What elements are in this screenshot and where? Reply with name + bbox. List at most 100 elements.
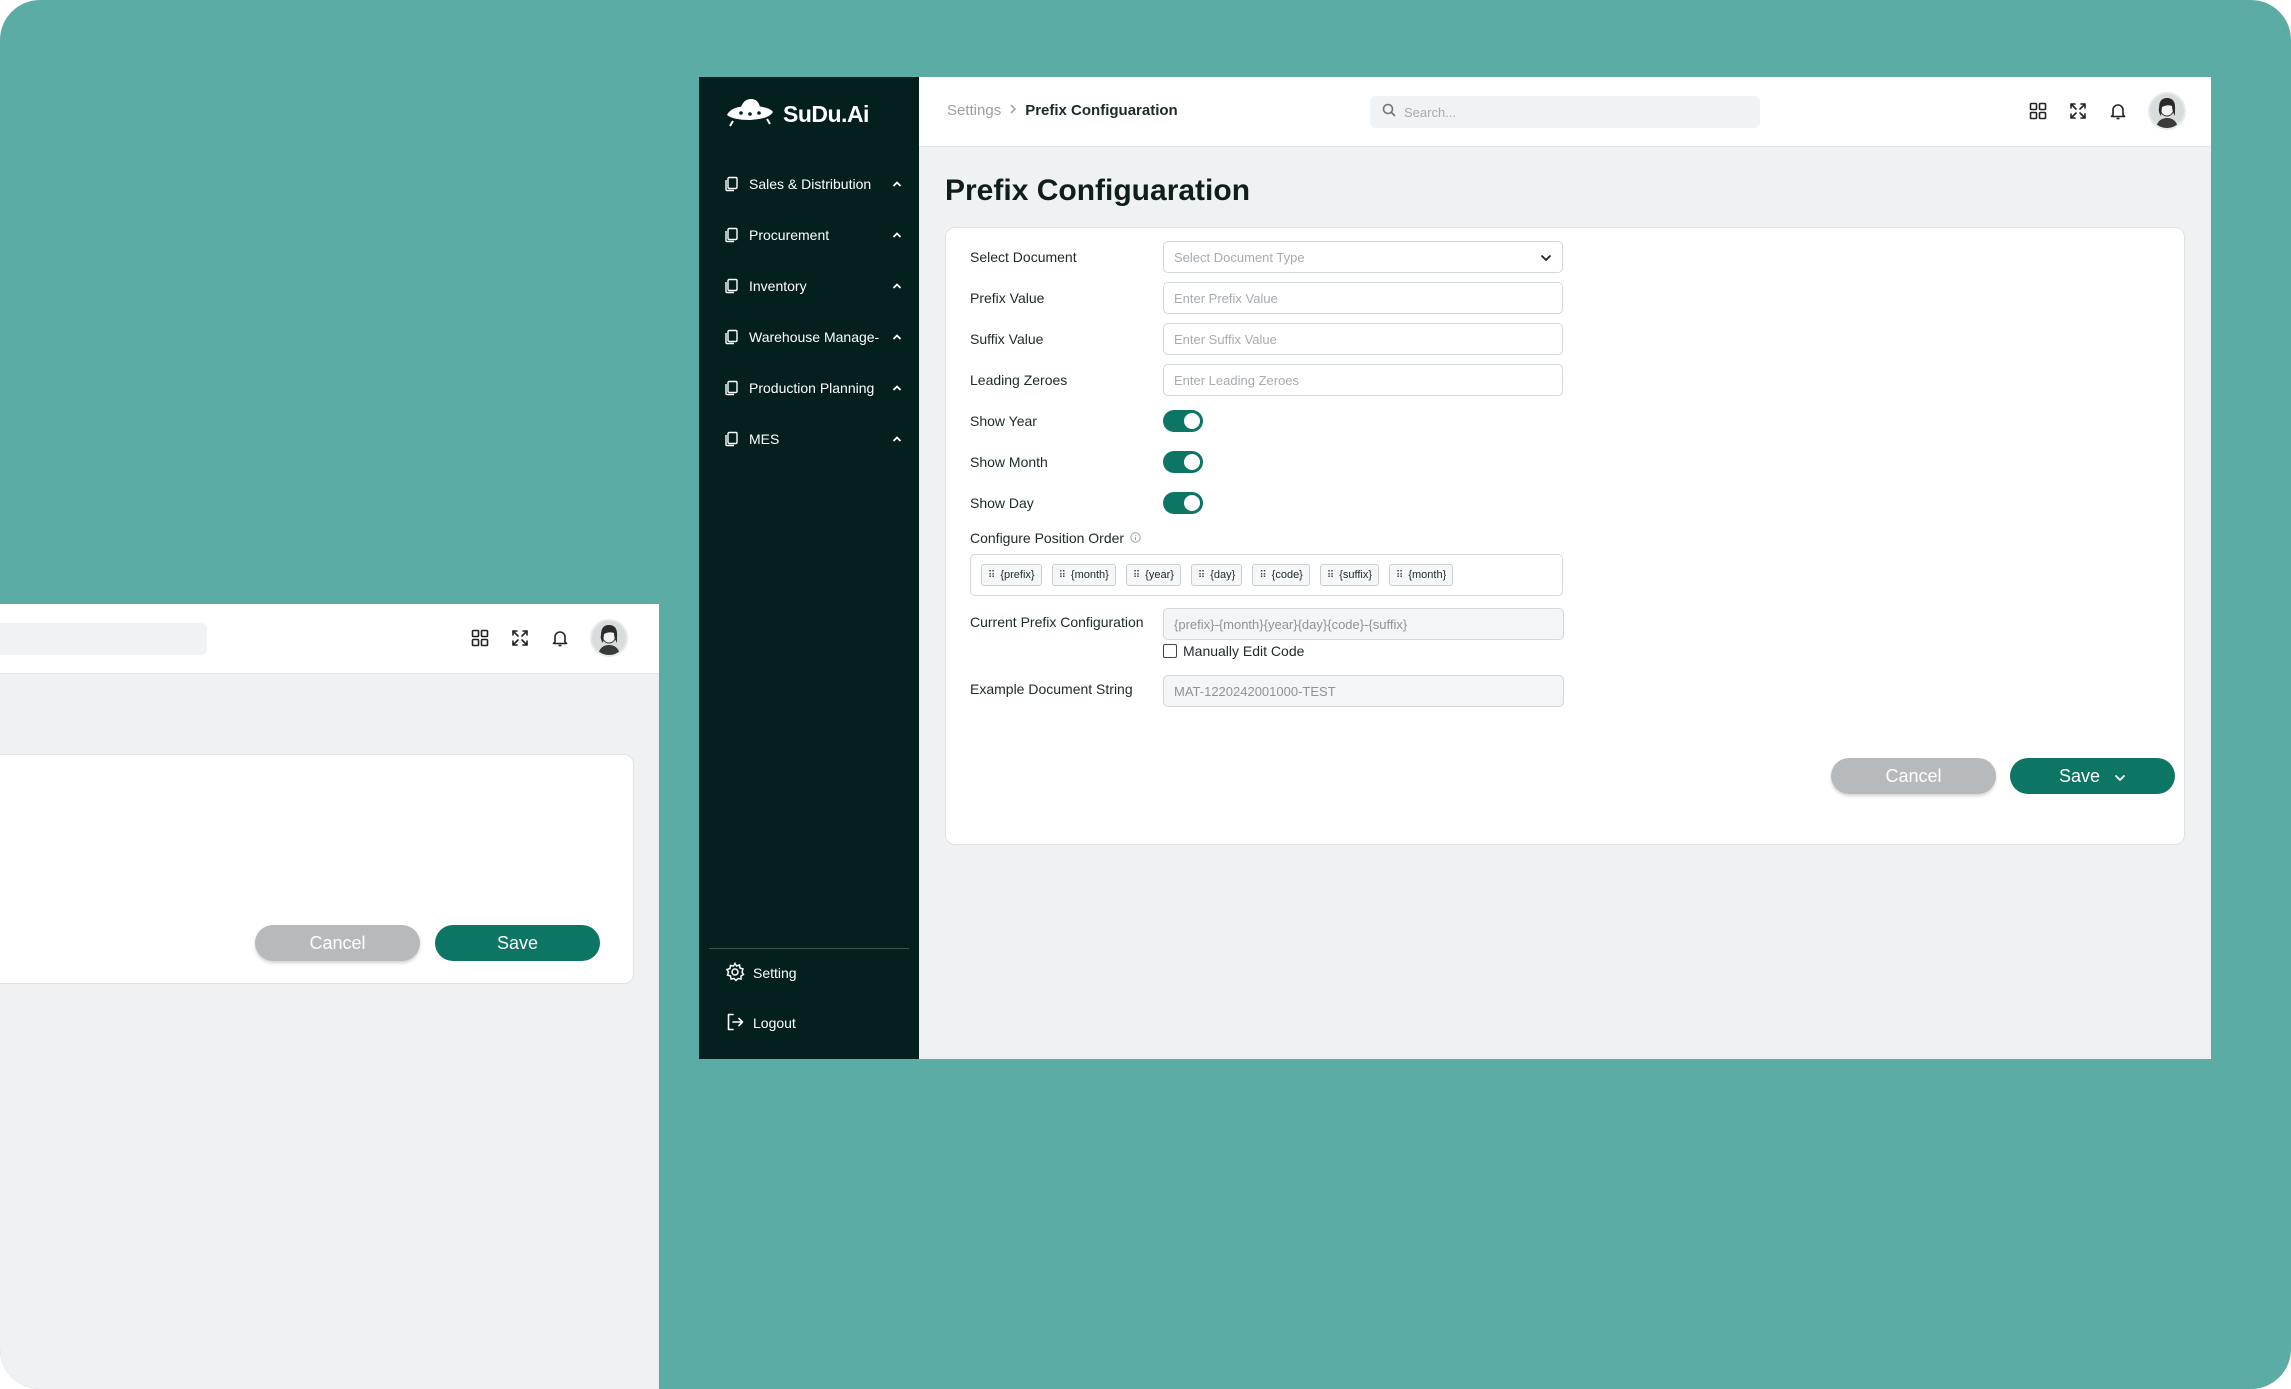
background-cancel-button[interactable]: Cancel bbox=[255, 925, 420, 961]
leading-zeroes-label: Leading Zeroes bbox=[970, 372, 1068, 388]
current-config-label: Current Prefix Configuration bbox=[970, 614, 1144, 630]
chevron-up-icon[interactable] bbox=[891, 331, 903, 343]
order-token-label: {prefix} bbox=[1000, 569, 1035, 581]
document-type-select[interactable]: Select Document Type bbox=[1163, 241, 1563, 273]
order-token-chip[interactable]: ⠿ {year} bbox=[1125, 564, 1181, 586]
chevron-down-icon bbox=[1540, 250, 1552, 265]
grid-icon[interactable] bbox=[470, 628, 490, 648]
position-order-heading: Configure Position Order bbox=[970, 530, 1141, 546]
order-token-label: {suffix} bbox=[1339, 569, 1373, 581]
sidebar-item-mes[interactable]: MES bbox=[723, 424, 903, 454]
search-icon bbox=[1382, 103, 1396, 122]
leading-zeroes-input[interactable] bbox=[1163, 364, 1563, 396]
chevron-up-icon[interactable] bbox=[891, 433, 903, 445]
background-search-input[interactable] bbox=[0, 623, 207, 655]
setting-label: Setting bbox=[753, 965, 797, 981]
chevron-up-icon[interactable] bbox=[891, 382, 903, 394]
chevron-up-icon[interactable] bbox=[891, 280, 903, 292]
suffix-value-input[interactable] bbox=[1163, 323, 1563, 355]
drag-handle-icon[interactable]: ⠿ bbox=[1259, 570, 1266, 581]
order-token-chip[interactable]: ⠿ {prefix} bbox=[981, 564, 1042, 586]
example-string-field[interactable] bbox=[1163, 675, 1564, 707]
show-day-label: Show Day bbox=[970, 495, 1034, 511]
order-token-label: {code} bbox=[1271, 569, 1303, 581]
prefix-value-input[interactable] bbox=[1163, 282, 1563, 314]
sidebar-item-label: Production Planning bbox=[749, 380, 875, 396]
drag-handle-icon[interactable]: ⠿ bbox=[1198, 570, 1205, 581]
gear-icon bbox=[725, 961, 745, 985]
drag-handle-icon[interactable]: ⠿ bbox=[1133, 570, 1140, 581]
search-bar[interactable] bbox=[1370, 96, 1760, 128]
sidebar: SuDu.Ai Sales & Distribution Procurement… bbox=[699, 77, 919, 1059]
avatar[interactable] bbox=[590, 619, 628, 657]
grid-icon[interactable] bbox=[2028, 101, 2048, 121]
background-topbar bbox=[0, 604, 659, 674]
prefix-value-label: Prefix Value bbox=[970, 290, 1045, 306]
drag-handle-icon[interactable]: ⠿ bbox=[1327, 570, 1334, 581]
expand-icon[interactable] bbox=[510, 628, 530, 648]
order-token-chip[interactable]: ⠿ {code} bbox=[1252, 564, 1310, 586]
brand-name: SuDu.Ai bbox=[783, 101, 869, 127]
brand-logo[interactable]: SuDu.Ai bbox=[725, 97, 869, 132]
sidebar-item-setting[interactable]: Setting bbox=[725, 959, 797, 987]
chevron-up-icon[interactable] bbox=[891, 229, 903, 241]
prefix-config-form: Select Document Select Document Type Pre… bbox=[945, 227, 2185, 845]
show-day-toggle[interactable] bbox=[1163, 492, 1203, 514]
manual-edit-checkbox[interactable]: Manually Edit Code bbox=[1163, 643, 1304, 659]
sidebar-item-logout[interactable]: Logout bbox=[725, 1009, 796, 1037]
chevron-down-icon[interactable] bbox=[2114, 766, 2126, 787]
copy-icon bbox=[723, 277, 741, 295]
drag-handle-icon[interactable]: ⠿ bbox=[1396, 570, 1403, 581]
background-form-card: Cancel Save bbox=[0, 754, 634, 984]
sidebar-item-procurement[interactable]: Procurement bbox=[723, 220, 903, 250]
sidebar-item-label: Inventory bbox=[749, 278, 807, 294]
topbar: Settings Prefix Configuaration bbox=[919, 77, 2211, 147]
show-month-toggle[interactable] bbox=[1163, 451, 1203, 473]
background-topbar-icons bbox=[470, 619, 628, 657]
background-save-button[interactable]: Save bbox=[435, 925, 600, 961]
copy-icon bbox=[723, 379, 741, 397]
current-config-field[interactable] bbox=[1163, 608, 1564, 640]
order-token-chip[interactable]: ⠿ {month} bbox=[1051, 564, 1116, 586]
sidebar-divider bbox=[709, 948, 909, 949]
drag-handle-icon[interactable]: ⠿ bbox=[988, 570, 995, 581]
logout-icon bbox=[725, 1012, 745, 1035]
breadcrumb-current: Prefix Configuaration bbox=[1025, 102, 1178, 119]
checkbox-icon[interactable] bbox=[1163, 644, 1177, 658]
breadcrumb: Settings Prefix Configuaration bbox=[947, 102, 1178, 119]
page-title: Prefix Configuaration bbox=[945, 174, 1251, 207]
search-input[interactable] bbox=[1404, 104, 1734, 120]
save-button[interactable]: Save bbox=[2010, 758, 2175, 794]
sidebar-item-warehouse-management[interactable]: Warehouse Manage- bbox=[723, 322, 903, 352]
sidebar-item-inventory[interactable]: Inventory bbox=[723, 271, 903, 301]
manual-edit-label: Manually Edit Code bbox=[1183, 643, 1305, 659]
cancel-button[interactable]: Cancel bbox=[1831, 758, 1996, 794]
sidebar-item-production-planning[interactable]: Production Planning bbox=[723, 373, 903, 403]
sidebar-item-label: Procurement bbox=[749, 227, 830, 243]
show-year-label: Show Year bbox=[970, 413, 1037, 429]
sidebar-item-label: MES bbox=[749, 431, 780, 447]
drag-handle-icon[interactable]: ⠿ bbox=[1059, 570, 1066, 581]
bell-icon[interactable] bbox=[550, 628, 570, 648]
breadcrumb-settings-link[interactable]: Settings bbox=[947, 102, 1001, 119]
save-button-label: Save bbox=[2058, 765, 2101, 786]
avatar[interactable] bbox=[2148, 92, 2186, 130]
show-year-toggle[interactable] bbox=[1163, 410, 1203, 432]
info-icon[interactable] bbox=[1130, 530, 1141, 546]
position-order-label: Configure Position Order bbox=[970, 530, 1125, 546]
bell-icon[interactable] bbox=[2108, 101, 2128, 121]
copy-icon bbox=[723, 328, 741, 346]
expand-icon[interactable] bbox=[2068, 101, 2088, 121]
order-token-chip[interactable]: ⠿ {suffix} bbox=[1319, 564, 1380, 586]
sidebar-item-label: Sales & Distribution bbox=[749, 176, 872, 192]
order-token-chip[interactable]: ⠿ {day} bbox=[1190, 564, 1243, 586]
save-button-label: Save bbox=[496, 932, 539, 953]
order-token-chip[interactable]: ⠿ {month} bbox=[1389, 564, 1454, 586]
sidebar-item-sales-distribution[interactable]: Sales & Distribution bbox=[723, 169, 903, 199]
chevron-up-icon[interactable] bbox=[891, 178, 903, 190]
desktop-backdrop: Cancel Save SuDu.Ai Sales & Distribution bbox=[0, 0, 2291, 1389]
suffix-value-label: Suffix Value bbox=[970, 331, 1044, 347]
example-string-label: Example Document String bbox=[970, 681, 1133, 697]
order-token-label: {month} bbox=[1070, 569, 1109, 581]
position-order-box: ⠿ {prefix} ⠿ {month} ⠿ {year} ⠿ {day} ⠿ {code… bbox=[970, 554, 1563, 596]
